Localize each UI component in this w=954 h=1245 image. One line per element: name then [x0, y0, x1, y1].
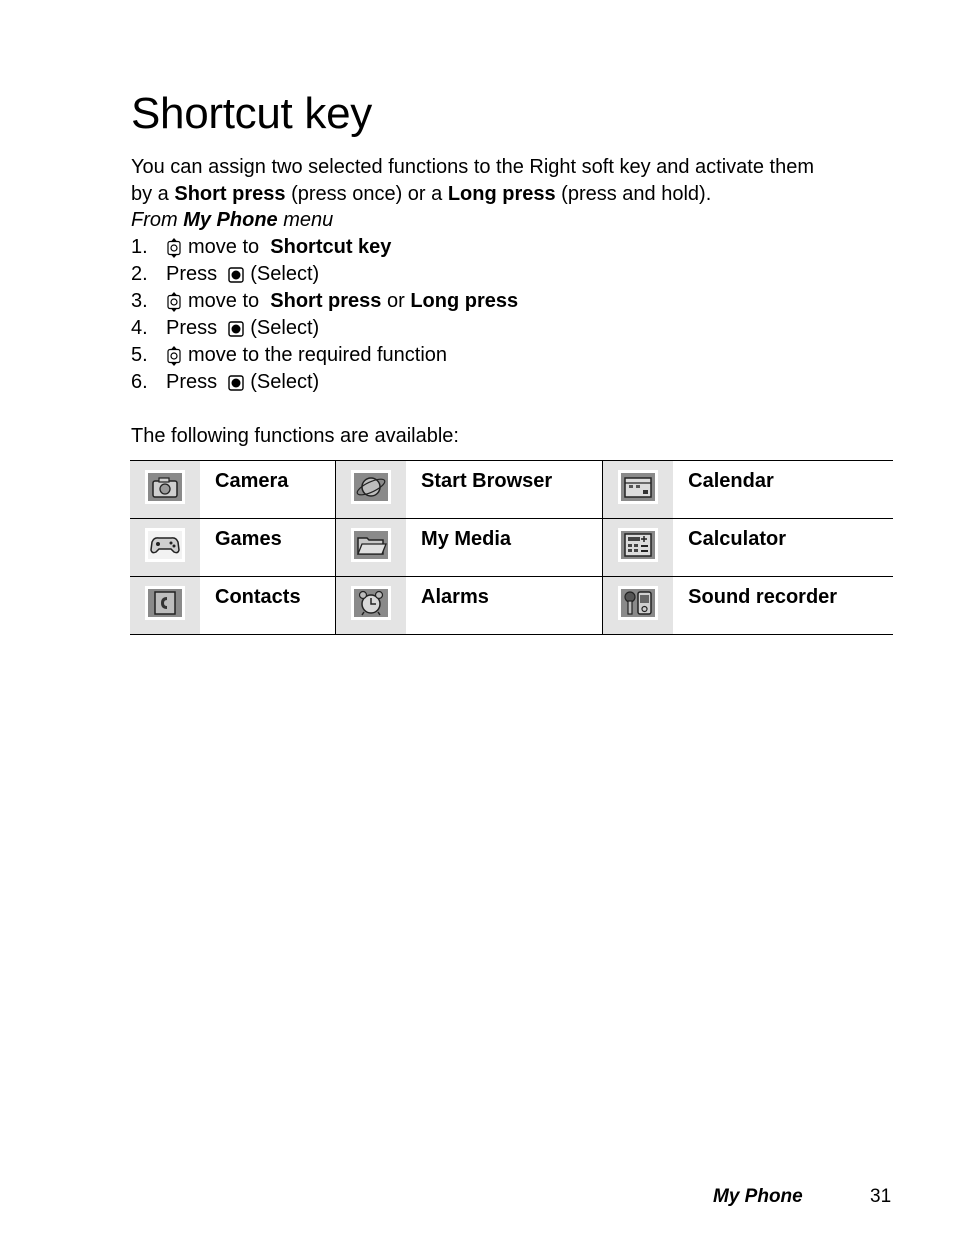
alarm-clock-icon [351, 586, 392, 620]
page-number: 31 [870, 1186, 892, 1207]
from-suffix: menu [277, 209, 334, 232]
select-key-icon [228, 321, 244, 337]
step-item: 1. move to Shortcut key [131, 234, 518, 261]
browser-globe-icon [351, 470, 392, 504]
intro-text: by a [131, 182, 175, 205]
step-target: Long press [410, 290, 519, 312]
from-menu-line: From My Phone menu [131, 207, 911, 234]
step-number: 2. [131, 263, 148, 285]
step-text: move to [188, 236, 265, 258]
contacts-phone-icon [145, 586, 185, 620]
nav-key-icon [166, 346, 182, 366]
table-row: Contacts Alarms Sound recorder [130, 576, 893, 635]
function-label: My Media [406, 518, 604, 577]
step-number: 1. [131, 236, 148, 258]
footer-section-name: My Phone [713, 1186, 803, 1207]
short-press-term: Short press [174, 182, 286, 205]
step-item: 2. Press (Select) [131, 261, 518, 288]
intro-text: (press and hold). [555, 182, 712, 205]
step-text: or [381, 290, 411, 312]
step-item: 4. Press (Select) [131, 315, 518, 342]
step-text: Press [166, 317, 223, 339]
function-label: Start Browser [406, 460, 604, 519]
step-text: (Select) [250, 317, 320, 339]
step-text: Press [166, 263, 223, 285]
function-label: Calculator [673, 518, 893, 577]
function-label: Calendar [673, 460, 893, 519]
step-text: move to [188, 290, 265, 312]
calendar-icon [618, 470, 659, 504]
step-target: Shortcut key [270, 236, 392, 258]
step-item: 3. move to Short press or Long press [131, 288, 518, 315]
step-number: 4. [131, 317, 148, 339]
functions-table: Camera Start Browser Calendar Games My M… [130, 460, 893, 635]
intro-line-2: by a Short press (press once) or a Long … [131, 181, 911, 208]
intro-text: (press once) or a [285, 182, 448, 205]
intro-line-1: You can assign two selected functions to… [131, 156, 814, 178]
gamepad-icon [145, 528, 185, 562]
function-label: Games [200, 518, 337, 577]
step-number: 5. [131, 344, 148, 366]
long-press-term: Long press [447, 182, 556, 205]
nav-key-icon [166, 292, 182, 312]
page-title: Shortcut key [131, 89, 372, 138]
step-text: Press [166, 371, 223, 393]
select-key-icon [228, 375, 244, 391]
step-item: 6. Press (Select) [131, 369, 518, 396]
camera-icon [145, 470, 185, 504]
nav-key-icon [166, 238, 182, 258]
microphone-recorder-icon [618, 586, 659, 620]
step-text: (Select) [250, 371, 320, 393]
step-text: (Select) [250, 263, 320, 285]
calculator-icon [618, 528, 659, 562]
available-functions-label: The following functions are available: [131, 425, 459, 447]
table-row: Camera Start Browser Calendar [130, 460, 893, 519]
step-target: Short press [270, 290, 382, 312]
steps-list: 1. move to Shortcut key 2. Press (Select… [131, 234, 518, 396]
table-row: Games My Media Calculator [130, 518, 893, 577]
intro-paragraph: You can assign two selected functions to… [131, 154, 911, 234]
folder-icon [351, 528, 392, 562]
function-label: Contacts [200, 576, 337, 635]
menu-name: My Phone [183, 209, 278, 232]
step-text: move to the required function [188, 344, 448, 366]
step-number: 6. [131, 371, 148, 393]
step-item: 5. move to the required function [131, 342, 518, 369]
function-label: Sound recorder [673, 576, 893, 635]
function-label: Alarms [406, 576, 604, 635]
function-label: Camera [200, 460, 337, 519]
step-number: 3. [131, 290, 148, 312]
select-key-icon [228, 267, 244, 283]
from-prefix: From [131, 209, 184, 232]
